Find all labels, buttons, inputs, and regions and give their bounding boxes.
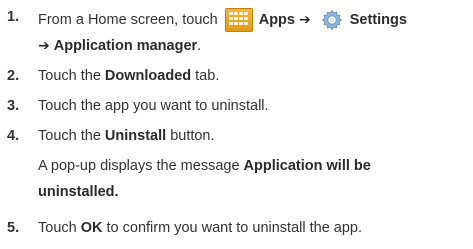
step-text: . <box>197 38 202 54</box>
gear-icon <box>321 9 342 31</box>
step-number: 1. <box>7 9 20 25</box>
step-2-line: Touch the Downloaded tab. <box>38 67 219 85</box>
right-arrow-icon: ➔ <box>298 12 311 28</box>
step-text: From a Home screen, touch <box>38 12 218 28</box>
step-1-line-1: From a Home screen, touch Apps ➔ Setting… <box>38 8 407 32</box>
step-number: 5. <box>7 220 20 236</box>
step-text: Touch <box>38 220 77 236</box>
step-4-line: Touch the Uninstall button. <box>38 127 215 145</box>
step-number: 2. <box>7 68 20 84</box>
popup-message: uninstalled. <box>38 184 119 200</box>
apps-label: Apps <box>258 12 295 28</box>
apps-grid-icon <box>224 8 253 32</box>
downloaded-tab-label: Downloaded <box>104 68 192 84</box>
step-text: tab. <box>195 68 220 84</box>
right-arrow-icon: ➔ <box>38 38 50 54</box>
step-1-line-2: ➔ Application manager . <box>38 37 201 55</box>
note-text: A pop-up displays the message <box>38 158 240 174</box>
step-3-line: Touch the app you want to uninstall. <box>38 97 269 115</box>
popup-message: Application will be <box>243 158 371 174</box>
instruction-steps: 1. From a Home screen, touch Apps ➔ Sett… <box>0 0 473 249</box>
settings-label: Settings <box>349 12 407 28</box>
step-text: Touch the <box>38 128 101 144</box>
step-text: Touch the <box>38 68 101 84</box>
uninstall-button-label: Uninstall <box>104 128 167 144</box>
step-number: 3. <box>7 98 20 114</box>
step-text: to confirm you want to uninstall the app… <box>106 220 363 236</box>
step-text: Touch the app you want to uninstall. <box>38 98 269 114</box>
step-number: 4. <box>7 128 20 144</box>
step-4-note-line-1: A pop-up displays the message Applicatio… <box>38 157 371 175</box>
step-5-line: Touch OK to confirm you want to uninstal… <box>38 219 362 237</box>
step-4-note-line-2: uninstalled. <box>38 183 119 201</box>
step-text: button. <box>170 128 215 144</box>
ok-button-label: OK <box>80 220 103 236</box>
application-manager-label: Application manager <box>53 38 198 54</box>
